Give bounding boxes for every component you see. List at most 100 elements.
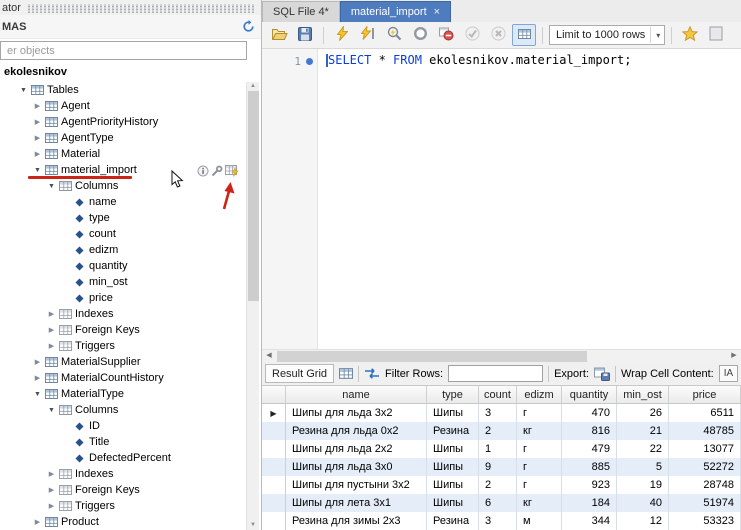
cell-name[interactable]: Шипы для пустыни 3x2 — [286, 476, 427, 494]
rollback-button[interactable] — [486, 24, 510, 46]
tree-item-triggers[interactable]: ▶Triggers — [0, 338, 246, 354]
cell-min-ost[interactable]: 26 — [617, 404, 669, 422]
wrap-toggle-button[interactable]: IA — [719, 365, 738, 382]
tree-item-triggers[interactable]: ▶Triggers — [0, 498, 246, 514]
cell-min-ost[interactable]: 5 — [617, 458, 669, 476]
cell-quantity[interactable]: 470 — [562, 404, 617, 422]
cell-price[interactable]: 51974 — [669, 494, 741, 512]
tree-item-columns[interactable]: ▼Columns — [0, 178, 246, 194]
tree-item-type[interactable]: type — [0, 210, 246, 226]
row-selector[interactable] — [262, 512, 286, 530]
tree-item-material[interactable]: ▶Material — [0, 146, 246, 162]
cell-name[interactable]: Резина для льда 0x2 — [286, 422, 427, 440]
tree-item-columns[interactable]: ▼Columns — [0, 402, 246, 418]
chevron-collapsed-icon[interactable]: ▶ — [46, 470, 57, 478]
tree-item-materialsupplier[interactable]: ▶MaterialSupplier — [0, 354, 246, 370]
panel-grip[interactable] — [27, 4, 255, 13]
tree-item-agentpriorityhistory[interactable]: ▶AgentPriorityHistory — [0, 114, 246, 130]
save-script-button[interactable] — [293, 24, 317, 46]
tree-item-foreign-keys[interactable]: ▶Foreign Keys — [0, 482, 246, 498]
chevron-expanded-icon[interactable]: ▼ — [32, 391, 43, 398]
cell-quantity[interactable]: 479 — [562, 440, 617, 458]
cell-count[interactable]: 1 — [479, 440, 517, 458]
tree-item-count[interactable]: count — [0, 226, 246, 242]
tree-item-tables[interactable]: ▼Tables — [0, 82, 246, 98]
cell-type[interactable]: Шипы — [427, 494, 479, 512]
refresh-schemas-icon[interactable] — [242, 20, 255, 33]
cell-min-ost[interactable]: 12 — [617, 512, 669, 530]
cell-edizm[interactable]: кг — [517, 494, 562, 512]
row-selector[interactable] — [262, 422, 286, 440]
cell-edizm[interactable]: м — [517, 512, 562, 530]
scroll-up-icon[interactable]: ▲ — [247, 82, 259, 91]
tree-item-indexes[interactable]: ▶Indexes — [0, 466, 246, 482]
cell-min-ost[interactable]: 19 — [617, 476, 669, 494]
clipped-button[interactable] — [704, 24, 728, 46]
cell-type[interactable]: Шипы — [427, 476, 479, 494]
cell-type[interactable]: Шипы — [427, 404, 479, 422]
tree-item-materialcounthistory[interactable]: ▶MaterialCountHistory — [0, 370, 246, 386]
chevron-collapsed-icon[interactable]: ▶ — [32, 102, 43, 110]
navigator-scrollbar-thumb[interactable] — [248, 91, 259, 301]
chevron-collapsed-icon[interactable]: ▶ — [46, 342, 57, 350]
cell-count[interactable]: 3 — [479, 512, 517, 530]
cell-min-ost[interactable]: 40 — [617, 494, 669, 512]
scroll-right-icon[interactable]: ▶ — [727, 350, 741, 362]
cell-type[interactable]: Резина — [427, 422, 479, 440]
tab-sql-file-4[interactable]: SQL File 4* — [262, 1, 340, 22]
tree-item-agenttype[interactable]: ▶AgentType — [0, 130, 246, 146]
tree-item-agent[interactable]: ▶Agent — [0, 98, 246, 114]
column-header-type[interactable]: type — [427, 386, 479, 403]
row-selector-header[interactable] — [262, 386, 286, 403]
chevron-expanded-icon[interactable]: ▼ — [46, 183, 57, 190]
cell-price[interactable]: 48785 — [669, 422, 741, 440]
save-snippet-button[interactable] — [678, 24, 702, 46]
cell-price[interactable]: 13077 — [669, 440, 741, 458]
editor-hscrollbar-thumb[interactable] — [277, 351, 587, 362]
tab-material-import[interactable]: material_import × — [340, 1, 451, 22]
chevron-collapsed-icon[interactable]: ▶ — [32, 518, 43, 526]
row-selector[interactable]: ▶ — [262, 404, 286, 422]
scroll-down-icon[interactable]: ▼ — [247, 521, 259, 530]
cell-price[interactable]: 6511 — [669, 404, 741, 422]
chevron-collapsed-icon[interactable]: ▶ — [46, 310, 57, 318]
stop-on-error-button[interactable] — [434, 24, 458, 46]
chevron-expanded-icon[interactable]: ▼ — [32, 167, 43, 174]
tree-item-foreign-keys[interactable]: ▶Foreign Keys — [0, 322, 246, 338]
cell-quantity[interactable]: 344 — [562, 512, 617, 530]
column-header-name[interactable]: name — [286, 386, 427, 403]
close-tab-icon[interactable]: × — [434, 7, 440, 18]
cell-min-ost[interactable]: 21 — [617, 422, 669, 440]
filter-objects-input[interactable]: er objects — [0, 41, 247, 60]
chevron-collapsed-icon[interactable]: ▶ — [32, 374, 43, 382]
cell-name[interactable]: Шипы для льда 3x2 — [286, 404, 427, 422]
cell-count[interactable]: 9 — [479, 458, 517, 476]
export-icon[interactable] — [594, 367, 610, 381]
column-header-min-ost[interactable]: min_ost — [617, 386, 669, 403]
column-header-quantity[interactable]: quantity — [562, 386, 617, 403]
select-rows-icon[interactable] — [225, 164, 239, 180]
row-selector[interactable] — [262, 440, 286, 458]
cell-count[interactable]: 2 — [479, 476, 517, 494]
tree-item-product[interactable]: ▶Product — [0, 514, 246, 530]
chevron-expanded-icon[interactable]: ▼ — [18, 87, 29, 94]
tree-item-defectedpercent[interactable]: DefectedPercent — [0, 450, 246, 466]
stop-button[interactable] — [408, 24, 432, 46]
tree-item-indexes[interactable]: ▶Indexes — [0, 306, 246, 322]
cell-quantity[interactable]: 184 — [562, 494, 617, 512]
cell-quantity[interactable]: 923 — [562, 476, 617, 494]
row-selector[interactable] — [262, 458, 286, 476]
tree-item-edizm[interactable]: edizm — [0, 242, 246, 258]
execute-button[interactable] — [330, 24, 354, 46]
cell-type[interactable]: Шипы — [427, 458, 479, 476]
cell-type[interactable]: Шипы — [427, 440, 479, 458]
navigator-scrollbar[interactable]: ▲ ▼ — [246, 82, 259, 530]
filter-rows-input[interactable] — [448, 365, 543, 382]
tree-item-id[interactable]: ID — [0, 418, 246, 434]
chevron-collapsed-icon[interactable]: ▶ — [32, 150, 43, 158]
execute-current-button[interactable] — [356, 24, 380, 46]
chevron-collapsed-icon[interactable]: ▶ — [46, 486, 57, 494]
chevron-collapsed-icon[interactable]: ▶ — [32, 134, 43, 142]
cell-name[interactable]: Резина для зимы 2x3 — [286, 512, 427, 530]
cell-price[interactable]: 53323 — [669, 512, 741, 530]
